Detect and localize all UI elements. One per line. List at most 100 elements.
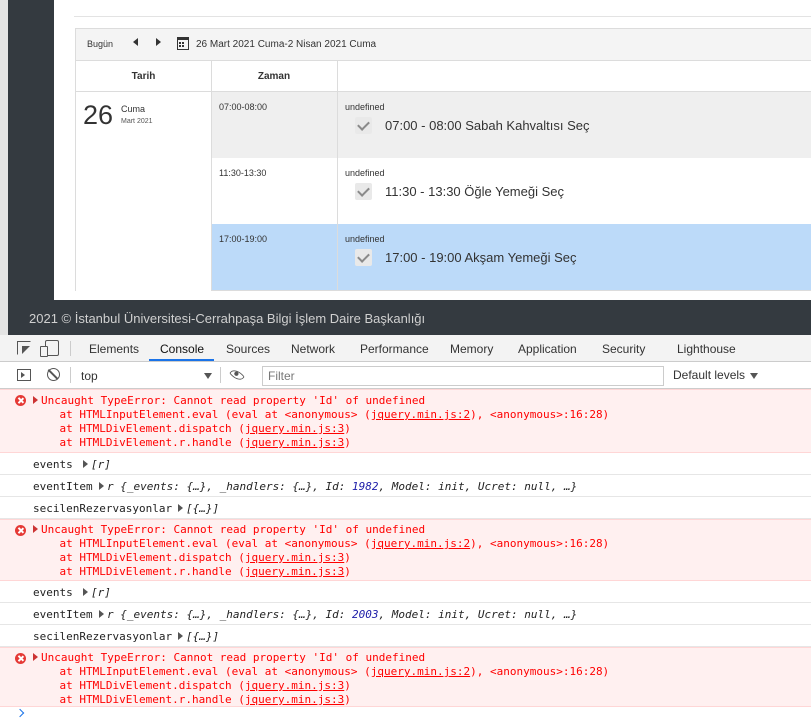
scrollbar-strip: [0, 0, 8, 335]
error-message[interactable]: Uncaught TypeError: Cannot read property…: [33, 394, 425, 408]
log-value[interactable]: r {_events: {…}, _handlers: {…}, Id: 198…: [99, 480, 577, 494]
source-link[interactable]: jquery.min.js:3: [245, 436, 344, 449]
frame-text: at HTMLDivElement.r.handle (: [33, 693, 245, 706]
error-text: Uncaught TypeError: Cannot read property…: [41, 523, 426, 536]
slot-label[interactable]: 17:00 - 19:00 Akşam Yemeği Seç: [385, 250, 577, 265]
tab-elements[interactable]: Elements: [89, 342, 139, 356]
month-year: Mart 2021: [121, 118, 153, 125]
console-error: Uncaught TypeError: Cannot read property…: [0, 519, 811, 581]
sidebar-toggle-icon[interactable]: [17, 369, 31, 381]
slot-dinner[interactable]: 17:00-19:00 undefined 17:00 - 19:00 Akşa…: [211, 224, 811, 290]
console-prompt-icon[interactable]: [15, 708, 25, 718]
expand-arrow-icon[interactable]: [178, 632, 183, 640]
today-button[interactable]: Bugün: [80, 35, 120, 55]
log-value[interactable]: r {_events: {…}, _handlers: {…}, Id: 200…: [99, 608, 577, 622]
expand-arrow-icon[interactable]: [33, 653, 38, 661]
stack-frame: at HTMLDivElement.r.handle (jquery.min.j…: [33, 565, 350, 579]
log-levels-dropdown[interactable]: Default levels: [673, 368, 759, 382]
frame-text: at HTMLDivElement.r.handle (: [33, 436, 245, 449]
expand-arrow-icon[interactable]: [178, 504, 183, 512]
tab-memory[interactable]: Memory: [450, 342, 493, 356]
error-message[interactable]: Uncaught TypeError: Cannot read property…: [33, 651, 425, 665]
log-label: eventItem: [33, 608, 93, 621]
expand-arrow-icon[interactable]: [33, 525, 38, 533]
slot-checkbox[interactable]: [355, 117, 372, 134]
divider: [220, 367, 221, 383]
frame-text: ): [344, 551, 351, 564]
source-link[interactable]: jquery.min.js:2: [371, 537, 470, 550]
tab-application[interactable]: Application: [518, 342, 577, 356]
log-value-text: [r]: [91, 586, 111, 599]
slot-time: 17:00-19:00: [219, 234, 268, 244]
log-value[interactable]: [r]: [83, 586, 111, 600]
source-link[interactable]: jquery.min.js:3: [245, 422, 344, 435]
slot-time: 07:00-08:00: [219, 102, 268, 112]
error-text: Uncaught TypeError: Cannot read property…: [41, 651, 426, 664]
expand-arrow-icon[interactable]: [83, 460, 88, 468]
log-value[interactable]: [{…}]: [178, 630, 219, 644]
source-link[interactable]: jquery.min.js:2: [371, 408, 470, 421]
live-expression-eye-icon[interactable]: [229, 367, 245, 383]
error-message[interactable]: Uncaught TypeError: Cannot read property…: [33, 523, 425, 537]
frame-text: at HTMLInputElement.eval (eval at <anony…: [33, 665, 371, 678]
log-value-text: r {_events: {…}, _handlers: {…}, Id:: [107, 480, 353, 493]
footer-copyright: 2021 © İstanbul Üniversitesi-Cerrahpaşa …: [29, 311, 426, 326]
log-row: eventItem r {_events: {…}, _handlers: {……: [0, 603, 811, 625]
next-week-icon[interactable]: [156, 38, 161, 46]
log-value-text: [{…}]: [186, 630, 220, 643]
log-label: secilenRezervasyonlar: [33, 630, 173, 643]
frame-text: at HTMLDivElement.dispatch (: [33, 551, 245, 564]
reservation-calendar: Bugün 26 Mart 2021 Cuma-2 Nisan 2021 Cum…: [75, 28, 811, 291]
stack-frame: at HTMLDivElement.dispatch (jquery.min.j…: [33, 551, 351, 565]
slot-breakfast[interactable]: 07:00-08:00 undefined 07:00 - 08:00 Saba…: [211, 92, 811, 158]
tab-sources[interactable]: Sources: [226, 342, 270, 356]
log-value-text: [r]: [91, 458, 111, 471]
console-filter-input[interactable]: [262, 366, 664, 386]
log-label: eventItem: [33, 480, 93, 493]
devtools-panel: Elements Console Sources Network Perform…: [0, 335, 811, 725]
source-link[interactable]: jquery.min.js:2: [371, 665, 470, 678]
log-value[interactable]: [{…}]: [178, 502, 219, 516]
slot-label[interactable]: 11:30 - 13:30 Öğle Yemeği Seç: [385, 184, 564, 199]
source-link[interactable]: jquery.min.js:3: [245, 693, 344, 706]
log-value[interactable]: [r]: [83, 458, 111, 472]
tab-lighthouse[interactable]: Lighthouse: [677, 342, 736, 356]
expand-arrow-icon[interactable]: [99, 482, 104, 490]
slot-label[interactable]: 07:00 - 08:00 Sabah Kahvaltısı Seç: [385, 118, 590, 133]
slot-checkbox[interactable]: [355, 249, 372, 266]
frame-text: at HTMLInputElement.eval (eval at <anony…: [33, 408, 371, 421]
prev-week-icon[interactable]: [133, 38, 138, 46]
tab-console[interactable]: Console: [160, 342, 204, 356]
inspect-element-icon[interactable]: [17, 341, 31, 355]
source-link[interactable]: jquery.min.js:3: [245, 679, 344, 692]
log-row: events [r]: [0, 453, 811, 475]
device-toolbar-icon[interactable]: [40, 340, 59, 357]
expand-arrow-icon[interactable]: [33, 396, 38, 404]
slot-lunch[interactable]: 11:30-13:30 undefined 11:30 - 13:30 Öğle…: [211, 158, 811, 224]
page-background: Bugün 26 Mart 2021 Cuma-2 Nisan 2021 Cum…: [0, 0, 811, 335]
log-label: secilenRezervasyonlar: [33, 502, 173, 515]
log-id: 2003: [352, 608, 379, 621]
console-error: Uncaught TypeError: Cannot read property…: [0, 647, 811, 707]
tab-security[interactable]: Security: [602, 342, 645, 356]
clear-console-icon[interactable]: [47, 368, 60, 381]
error-icon: [15, 395, 26, 406]
active-tab-indicator: [149, 359, 214, 361]
source-link[interactable]: jquery.min.js:3: [245, 551, 344, 564]
source-link[interactable]: jquery.min.js:3: [245, 565, 344, 578]
frame-text: at HTMLDivElement.dispatch (: [33, 679, 245, 692]
stack-frame: at HTMLInputElement.eval (eval at <anony…: [33, 665, 609, 679]
frame-text: ): [344, 693, 351, 706]
expand-arrow-icon[interactable]: [99, 610, 104, 618]
context-value: top: [81, 369, 98, 383]
tab-performance[interactable]: Performance: [360, 342, 429, 356]
slot-checkbox[interactable]: [355, 183, 372, 200]
calendar-icon[interactable]: [177, 37, 189, 50]
log-id: 1982: [352, 480, 379, 493]
frame-text: ): [344, 422, 351, 435]
context-selector[interactable]: top: [75, 366, 217, 385]
expand-arrow-icon[interactable]: [83, 588, 88, 596]
log-row: secilenRezervasyonlar [{…}]: [0, 625, 811, 647]
log-value-text: , Model: init, Ucret: null, …}: [378, 480, 578, 493]
tab-network[interactable]: Network: [291, 342, 335, 356]
